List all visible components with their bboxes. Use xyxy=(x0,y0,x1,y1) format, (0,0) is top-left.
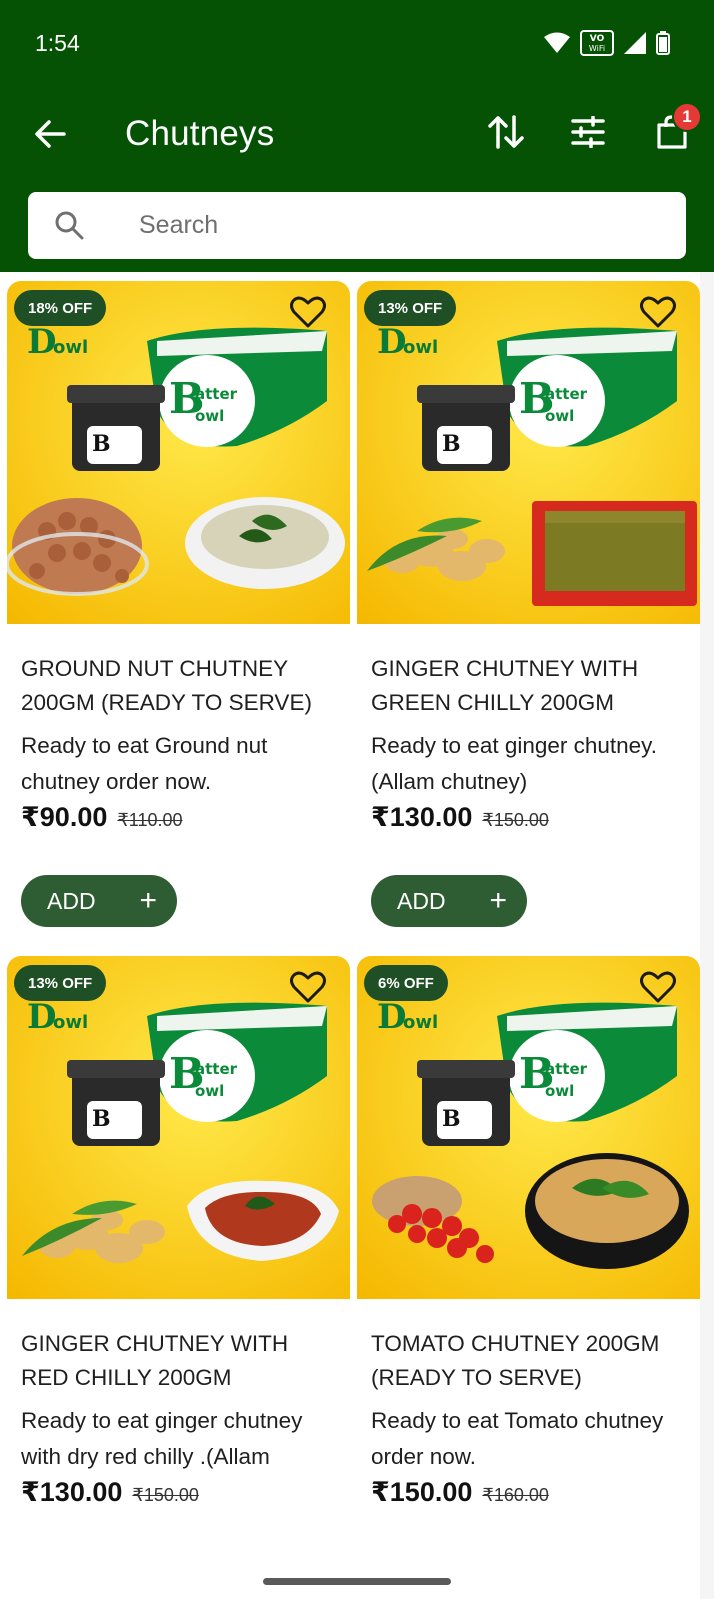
product-image[interactable]: D owl B atter owl B xyxy=(7,956,350,1299)
sort-icon xyxy=(488,115,524,149)
filter-button[interactable] xyxy=(566,110,610,154)
wifi-icon xyxy=(544,32,570,53)
product-card[interactable]: D owl B atter owl B xyxy=(0,947,350,1599)
top-header: 1:54 VO WiFi Chutneys 1 Search xyxy=(0,0,714,272)
svg-text:owl: owl xyxy=(195,407,224,425)
product-name: GINGER CHUTNEY WITH RED CHILLY 200GM xyxy=(21,1331,289,1390)
product-card[interactable]: D owl B atter owl B xyxy=(350,272,700,947)
product-description: Ready to eat ginger chutney. (Allam chut… xyxy=(371,733,658,794)
svg-text:B: B xyxy=(442,431,461,457)
product-name: GROUND NUT CHUTNEY 200GM (READY TO SERVE… xyxy=(21,656,312,715)
heart-icon[interactable] xyxy=(290,971,326,1003)
svg-text:B: B xyxy=(92,1106,111,1132)
product-price: ₹130.00 xyxy=(371,802,473,832)
search-input[interactable] xyxy=(108,192,668,259)
svg-text:owl: owl xyxy=(195,1082,224,1100)
vowifi-icon: VO WiFi xyxy=(580,30,614,56)
product-price: ₹90.00 xyxy=(21,802,108,832)
svg-text:owl: owl xyxy=(545,1082,574,1100)
back-arrow-icon xyxy=(35,120,66,148)
ginger-green-chutney-image: D owl B atter owl B xyxy=(357,281,700,624)
product-name: GINGER CHUTNEY WITH GREEN CHILLY 200GM xyxy=(371,656,639,715)
product-price: ₹150.00 xyxy=(371,1477,473,1507)
svg-text:owl: owl xyxy=(53,1012,88,1033)
svg-text:atter: atter xyxy=(195,385,238,403)
app-bar: Chutneys 1 xyxy=(0,92,714,182)
svg-text:owl: owl xyxy=(53,337,88,358)
search-bar[interactable] xyxy=(28,192,686,259)
signal-icon xyxy=(624,32,646,54)
product-image[interactable]: D owl B atter owl B xyxy=(357,281,700,624)
filter-icon xyxy=(571,116,605,148)
status-time: 1:54 xyxy=(35,30,80,56)
svg-text:atter: atter xyxy=(545,385,588,403)
add-label: ADD xyxy=(397,887,446,914)
heart-icon[interactable] xyxy=(640,971,676,1003)
discount-badge: 13% OFF xyxy=(364,290,457,326)
cart-count-badge: 1 xyxy=(672,102,702,132)
price-row: ₹130.00 ₹150.00 xyxy=(371,802,549,833)
heart-icon[interactable] xyxy=(290,296,326,328)
svg-text:owl: owl xyxy=(545,407,574,425)
svg-text:B: B xyxy=(92,431,111,457)
product-card[interactable]: D owl B atter owl B xyxy=(350,947,700,1599)
sort-button[interactable] xyxy=(484,110,528,154)
home-indicator[interactable] xyxy=(263,1578,451,1585)
price-row: ₹90.00 ₹110.00 xyxy=(21,802,183,833)
back-button[interactable] xyxy=(28,112,72,156)
plus-icon: + xyxy=(139,884,157,917)
plus-icon: + xyxy=(489,884,507,917)
product-image[interactable]: D owl B atter owl B xyxy=(357,956,700,1299)
vowifi-text-top: VO xyxy=(590,34,605,44)
ginger-red-chutney-image: D owl B atter owl B xyxy=(7,956,350,1299)
discount-badge: 13% OFF xyxy=(14,965,107,1001)
tomato-chutney-image: D owl B atter owl B xyxy=(357,956,700,1299)
product-image[interactable]: D owl B atter owl B xyxy=(7,281,350,624)
svg-text:atter: atter xyxy=(545,1060,588,1078)
product-name: TOMATO CHUTNEY 200GM (READY TO SERVE) xyxy=(371,1331,660,1390)
page-title: Chutneys xyxy=(125,114,275,153)
product-description: Ready to eat ginger chutney with dry red… xyxy=(21,1408,303,1469)
groundnut-chutney-image: D owl B atter owl B xyxy=(7,281,350,624)
vowifi-text-bottom: WiFi xyxy=(589,44,605,53)
add-to-cart-button[interactable]: ADD + xyxy=(371,875,527,927)
add-to-cart-button[interactable]: ADD + xyxy=(21,875,177,927)
product-mrp: ₹110.00 xyxy=(117,810,183,830)
heart-icon[interactable] xyxy=(640,296,676,328)
status-bar: 1:54 VO WiFi xyxy=(0,0,714,88)
product-description: Ready to eat Tomato chutney order now. xyxy=(371,1408,664,1469)
discount-badge: 18% OFF xyxy=(14,290,107,326)
search-icon xyxy=(55,211,84,240)
price-row: ₹150.00 ₹160.00 xyxy=(371,1477,549,1508)
product-mrp: ₹150.00 xyxy=(132,1485,199,1505)
svg-text:B: B xyxy=(442,1106,461,1132)
product-mrp: ₹150.00 xyxy=(482,810,549,830)
svg-text:owl: owl xyxy=(403,1012,438,1033)
status-icons: VO WiFi xyxy=(544,30,670,56)
price-row: ₹130.00 ₹150.00 xyxy=(21,1477,199,1508)
add-label: ADD xyxy=(47,887,96,914)
product-description: Ready to eat Ground nut chutney order no… xyxy=(21,733,268,794)
product-price: ₹130.00 xyxy=(21,1477,123,1507)
product-mrp: ₹160.00 xyxy=(482,1485,549,1505)
svg-text:owl: owl xyxy=(403,337,438,358)
product-card[interactable]: D owl B atter owl B xyxy=(0,272,350,947)
discount-badge: 6% OFF xyxy=(364,965,448,1001)
svg-text:atter: atter xyxy=(195,1060,238,1078)
battery-icon xyxy=(656,31,670,55)
